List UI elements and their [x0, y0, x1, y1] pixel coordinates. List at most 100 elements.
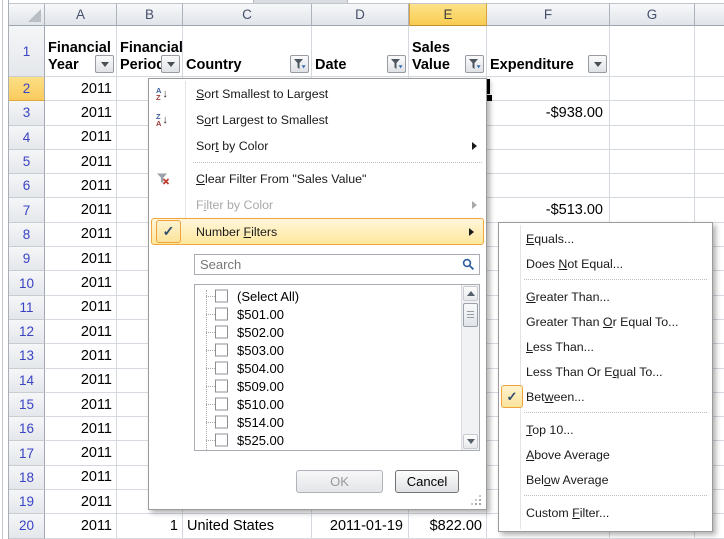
scroll-up-button[interactable] — [463, 286, 478, 301]
cancel-button[interactable]: Cancel — [395, 470, 459, 493]
field-financial-period[interactable]: Financial Period — [117, 26, 183, 77]
column-header[interactable]: C — [183, 3, 312, 26]
cell-h[interactable] — [695, 101, 724, 125]
search-input[interactable] — [195, 256, 462, 273]
row-header[interactable]: 10 — [9, 271, 45, 295]
cell-h[interactable] — [695, 77, 724, 101]
cell-g1[interactable] — [610, 26, 695, 77]
submenu-item[interactable]: Greater Than Or Equal To... — [499, 309, 712, 334]
checkbox[interactable] — [215, 416, 228, 429]
cell-financial-year[interactable]: 2011 — [45, 198, 117, 222]
checkbox[interactable] — [215, 362, 228, 375]
menu-item[interactable]: Sort by Color — [149, 133, 486, 159]
cell-financial-year[interactable]: 2011 — [45, 466, 117, 490]
row-header[interactable]: 19 — [9, 490, 45, 514]
checkbox[interactable] — [215, 290, 228, 303]
filter-dropdown-button-financial-year[interactable] — [95, 55, 114, 73]
cell-financial-year[interactable]: 2011 — [45, 441, 117, 465]
cell-expenditure[interactable] — [487, 150, 610, 174]
filter-value-item[interactable]: (Select All) — [195, 287, 479, 305]
submenu-item[interactable]: Less Than Or Equal To... — [499, 359, 712, 384]
cell-financial-period[interactable]: 1 — [117, 514, 183, 538]
cell-financial-year[interactable]: 2011 — [45, 174, 117, 198]
submenu-item[interactable] — [499, 409, 712, 417]
menu-item[interactable]: Sort Smallest to Largest — [149, 81, 486, 107]
cell-expenditure[interactable]: -$938.00 — [487, 101, 610, 125]
row-header[interactable]: 14 — [9, 369, 45, 393]
submenu-item[interactable]: Below Average — [499, 467, 712, 492]
cell-expenditure[interactable] — [487, 77, 610, 101]
submenu-item[interactable]: Between... — [499, 384, 712, 409]
cell-financial-year[interactable]: 2011 — [45, 77, 117, 101]
cell-date[interactable]: 2011-01-19 — [312, 514, 409, 538]
row-header[interactable]: 20 — [9, 514, 45, 538]
row-header[interactable]: 13 — [9, 344, 45, 368]
menu-item[interactable]: Filter by Color — [149, 192, 486, 218]
submenu-item[interactable]: Greater Than... — [499, 284, 712, 309]
cell-financial-year[interactable]: 2011 — [45, 369, 117, 393]
cell-expenditure[interactable] — [487, 174, 610, 198]
cell-expenditure[interactable]: -$513.00 — [487, 198, 610, 222]
cell-g[interactable] — [610, 198, 695, 222]
column-header[interactable]: E — [409, 3, 487, 26]
row-header-1[interactable]: 1 — [9, 26, 45, 77]
filter-value-item[interactable]: $509.00 — [195, 377, 479, 395]
row-header[interactable]: 5 — [9, 150, 45, 174]
cell-financial-year[interactable]: 2011 — [45, 296, 117, 320]
filter-active-button-sales-value[interactable] — [465, 55, 484, 73]
menu-item[interactable]: Clear Filter From "Sales Value" — [149, 166, 486, 192]
field-expenditure[interactable]: Expenditure — [487, 26, 610, 77]
filter-active-button-date[interactable] — [387, 55, 406, 73]
cell-h[interactable] — [695, 150, 724, 174]
row-header[interactable]: 9 — [9, 247, 45, 271]
checkbox[interactable] — [215, 434, 228, 447]
cell-financial-year[interactable]: 2011 — [45, 101, 117, 125]
submenu-item[interactable] — [499, 492, 712, 500]
row-header[interactable]: 12 — [9, 320, 45, 344]
checkbox[interactable] — [215, 380, 228, 393]
submenu-item[interactable]: Does Not Equal... — [499, 251, 712, 276]
filter-value-item[interactable]: $503.00 — [195, 341, 479, 359]
filter-value-item[interactable]: $510.00 — [195, 395, 479, 413]
menu-item[interactable]: Number Filters — [151, 218, 484, 245]
select-all-corner[interactable] — [9, 3, 45, 26]
cell-financial-year[interactable]: 2011 — [45, 417, 117, 441]
checkbox[interactable] — [215, 398, 228, 411]
cell-g[interactable] — [610, 150, 695, 174]
cell-g[interactable] — [610, 101, 695, 125]
cell-g[interactable] — [610, 174, 695, 198]
field-country[interactable]: Country — [183, 26, 312, 77]
filter-value-item[interactable]: $525.00 — [195, 431, 479, 449]
cell-h1[interactable] — [695, 26, 724, 77]
cell-financial-year[interactable]: 2011 — [45, 247, 117, 271]
filter-dropdown-button-expenditure[interactable] — [588, 55, 607, 73]
field-financial-year[interactable]: Financial Year — [45, 26, 117, 77]
list-scrollbar[interactable] — [461, 285, 479, 450]
row-header[interactable]: 8 — [9, 223, 45, 247]
cell-financial-year[interactable]: 2011 — [45, 320, 117, 344]
column-header[interactable]: D — [312, 3, 409, 26]
menu-item[interactable] — [149, 159, 486, 166]
submenu-item[interactable]: Custom Filter... — [499, 500, 712, 525]
cell-h[interactable] — [695, 126, 724, 150]
column-header[interactable]: B — [117, 3, 183, 26]
cell-financial-year[interactable]: 2011 — [45, 344, 117, 368]
filter-active-button-country[interactable] — [290, 55, 309, 73]
submenu-item[interactable] — [499, 276, 712, 284]
resize-grip[interactable] — [471, 495, 481, 505]
field-sales-value[interactable]: Sales Value — [409, 26, 487, 77]
cell-h[interactable] — [695, 174, 724, 198]
row-header[interactable]: 18 — [9, 466, 45, 490]
filter-value-item[interactable]: $501.00 — [195, 305, 479, 323]
cell-financial-year[interactable]: 2011 — [45, 514, 117, 538]
cell-g[interactable] — [610, 126, 695, 150]
row-header[interactable]: 7 — [9, 198, 45, 222]
cell-financial-year[interactable]: 2011 — [45, 126, 117, 150]
row-header[interactable]: 4 — [9, 126, 45, 150]
submenu-item[interactable]: Equals... — [499, 226, 712, 251]
cell-sales-value[interactable]: $822.00 — [409, 514, 487, 538]
row-header[interactable]: 2 — [9, 77, 45, 101]
submenu-item[interactable]: Above Average — [499, 442, 712, 467]
cell-g[interactable] — [610, 77, 695, 101]
scroll-down-button[interactable] — [463, 434, 478, 449]
